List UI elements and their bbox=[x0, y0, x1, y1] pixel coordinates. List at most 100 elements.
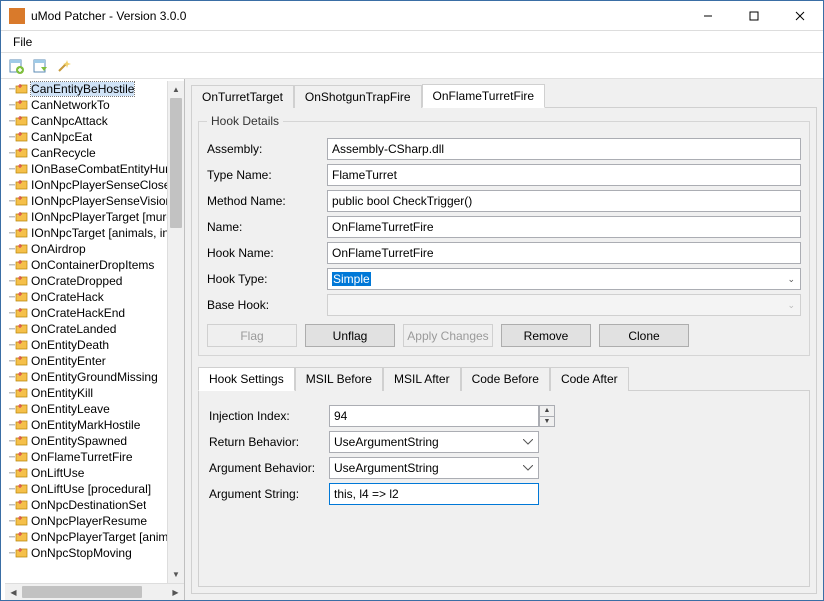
tree-connector: ⋯ bbox=[9, 228, 13, 239]
scroll-down-arrow[interactable]: ▼ bbox=[168, 566, 184, 583]
unflag-button[interactable]: Unflag bbox=[305, 324, 395, 347]
minimize-button[interactable] bbox=[685, 1, 731, 31]
hook-details-group: Hook Details Assembly: Type Name: Method… bbox=[198, 114, 810, 356]
tree-item[interactable]: ⋯OnContainerDropItems bbox=[5, 257, 184, 273]
tree-item[interactable]: ⋯OnLiftUse bbox=[5, 465, 184, 481]
menubar: File bbox=[1, 31, 823, 53]
folder-icon bbox=[15, 275, 29, 287]
tree-item[interactable]: ⋯OnNpcPlayerResume bbox=[5, 513, 184, 529]
tree-item[interactable]: ⋯OnEntityKill bbox=[5, 385, 184, 401]
tree-item-label: OnCrateHackEnd bbox=[31, 306, 125, 320]
scroll-up-arrow[interactable]: ▲ bbox=[168, 81, 184, 98]
sub-tab[interactable]: Hook Settings bbox=[198, 367, 295, 391]
tree-panel: ⋯CanEntityBeHostile⋯CanNetworkTo⋯CanNpcA… bbox=[1, 79, 185, 600]
tree-item-label: OnCrateDropped bbox=[31, 274, 122, 288]
scroll-hthumb[interactable] bbox=[22, 586, 142, 598]
tree-item[interactable]: ⋯IOnNpcPlayerSenseVision bbox=[5, 193, 184, 209]
top-tab[interactable]: OnTurretTarget bbox=[191, 85, 294, 108]
input-assembly[interactable] bbox=[327, 138, 801, 160]
tree-item[interactable]: ⋯ IOnBaseCombatEntityHurt bbox=[5, 161, 184, 177]
tree-item[interactable]: ⋯IOnNpcTarget [animals, int bbox=[5, 225, 184, 241]
tree-connector: ⋯ bbox=[9, 100, 13, 111]
input-hook-name[interactable] bbox=[327, 242, 801, 264]
folder-icon bbox=[15, 323, 29, 335]
tree-item[interactable]: ⋯OnEntityMarkHostile bbox=[5, 417, 184, 433]
top-tab[interactable]: OnShotgunTrapFire bbox=[294, 85, 422, 108]
tree-hscrollbar[interactable]: ◀ ▶ bbox=[5, 583, 184, 600]
scroll-htrack[interactable] bbox=[142, 584, 167, 600]
label-hook-name: Hook Name: bbox=[207, 246, 327, 260]
spin-down-icon[interactable]: ▼ bbox=[539, 416, 555, 428]
menu-file[interactable]: File bbox=[5, 33, 40, 51]
tree-item-label: IOnNpcPlayerTarget [murd bbox=[31, 210, 173, 224]
toolbar-new-icon[interactable] bbox=[5, 55, 27, 77]
toolbar-open-icon[interactable] bbox=[29, 55, 51, 77]
input-injection-index[interactable] bbox=[329, 405, 539, 427]
tree-vscrollbar[interactable]: ▲ ▼ bbox=[167, 81, 184, 583]
tree-item[interactable]: ⋯OnCrateHack bbox=[5, 289, 184, 305]
tree-connector: ⋯ bbox=[9, 148, 13, 159]
tree-item[interactable]: ⋯OnEntitySpawned bbox=[5, 433, 184, 449]
folder-icon bbox=[15, 515, 29, 527]
sub-tab[interactable]: MSIL After bbox=[383, 367, 461, 391]
input-name[interactable] bbox=[327, 216, 801, 238]
tree-item[interactable]: ⋯OnNpcDestinationSet bbox=[5, 497, 184, 513]
tree-item-label: IOnBaseCombatEntityHurt bbox=[31, 162, 172, 176]
scroll-track[interactable] bbox=[168, 228, 184, 566]
tree-item-label: OnEntityLeave bbox=[31, 402, 110, 416]
tree-connector: ⋯ bbox=[9, 516, 13, 527]
sub-tab[interactable]: MSIL Before bbox=[295, 367, 383, 391]
input-argument-string[interactable] bbox=[329, 483, 539, 505]
tree-item[interactable]: ⋯CanNetworkTo bbox=[5, 97, 184, 113]
tree-item[interactable]: ⋯OnNpcPlayerTarget [anima bbox=[5, 529, 184, 545]
tree-item[interactable]: ⋯IOnNpcPlayerSenseClose bbox=[5, 177, 184, 193]
tree-item[interactable]: ⋯ CanRecycle bbox=[5, 145, 184, 161]
folder-icon bbox=[15, 531, 29, 543]
scroll-thumb[interactable] bbox=[170, 98, 182, 228]
tab-content: Hook Details Assembly: Type Name: Method… bbox=[191, 107, 817, 594]
close-button[interactable] bbox=[777, 1, 823, 31]
sub-tab[interactable]: Code Before bbox=[461, 367, 550, 391]
tree-connector: ⋯ bbox=[9, 180, 13, 191]
tree-item[interactable]: ⋯OnEntityEnter bbox=[5, 353, 184, 369]
select-argument-behavior[interactable]: UseArgumentString bbox=[329, 457, 539, 479]
top-tab[interactable]: OnFlameTurretFire bbox=[422, 84, 546, 108]
tree-item[interactable]: ⋯OnCrateDropped bbox=[5, 273, 184, 289]
tree-item[interactable]: ⋯OnLiftUse [procedural] bbox=[5, 481, 184, 497]
tree-connector: ⋯ bbox=[9, 388, 13, 399]
select-hook-type[interactable]: Simple ⌄ bbox=[327, 268, 801, 290]
sub-tab[interactable]: Code After bbox=[550, 367, 629, 391]
clone-button[interactable]: Clone bbox=[599, 324, 689, 347]
tree-item[interactable]: ⋯OnAirdrop bbox=[5, 241, 184, 257]
tree-item[interactable]: ⋯OnEntityGroundMissing bbox=[5, 369, 184, 385]
window-controls bbox=[685, 1, 823, 31]
tree-item[interactable]: ⋯OnNpcStopMoving bbox=[5, 545, 184, 561]
tree-item-label: IOnNpcPlayerSenseVision bbox=[31, 194, 172, 208]
spin-up-icon[interactable]: ▲ bbox=[539, 405, 555, 416]
tree-item[interactable]: ⋯IOnNpcPlayerTarget [murd bbox=[5, 209, 184, 225]
maximize-button[interactable] bbox=[731, 1, 777, 31]
input-method-name[interactable] bbox=[327, 190, 801, 212]
tree-item[interactable]: ⋯OnEntityDeath bbox=[5, 337, 184, 353]
tree-item[interactable]: ⋯OnCrateHackEnd bbox=[5, 305, 184, 321]
folder-icon bbox=[15, 307, 29, 319]
input-type-name[interactable] bbox=[327, 164, 801, 186]
tree-item[interactable]: ⋯CanNpcAttack bbox=[5, 113, 184, 129]
tree-item[interactable]: ⋯OnFlameTurretFire bbox=[5, 449, 184, 465]
folder-icon bbox=[15, 83, 29, 95]
spinner-injection-index[interactable]: ▲ ▼ bbox=[329, 405, 555, 427]
tree-connector: ⋯ bbox=[9, 164, 13, 175]
label-hook-type: Hook Type: bbox=[207, 272, 327, 286]
scroll-left-arrow[interactable]: ◀ bbox=[5, 584, 22, 600]
tree-item[interactable]: ⋯CanNpcEat bbox=[5, 129, 184, 145]
toolbar-wand-icon[interactable] bbox=[53, 55, 75, 77]
remove-button[interactable]: Remove bbox=[501, 324, 591, 347]
app-icon bbox=[9, 8, 25, 24]
tree-item[interactable]: ⋯ OnEntityLeave bbox=[5, 401, 184, 417]
select-return-behavior[interactable]: UseArgumentString bbox=[329, 431, 539, 453]
tree-connector: ⋯ bbox=[9, 404, 13, 415]
tree-item[interactable]: ⋯OnCrateLanded bbox=[5, 321, 184, 337]
tree-item[interactable]: ⋯CanEntityBeHostile bbox=[5, 81, 184, 97]
scroll-right-arrow[interactable]: ▶ bbox=[167, 584, 184, 600]
tree-item-label: CanRecycle bbox=[31, 146, 96, 160]
